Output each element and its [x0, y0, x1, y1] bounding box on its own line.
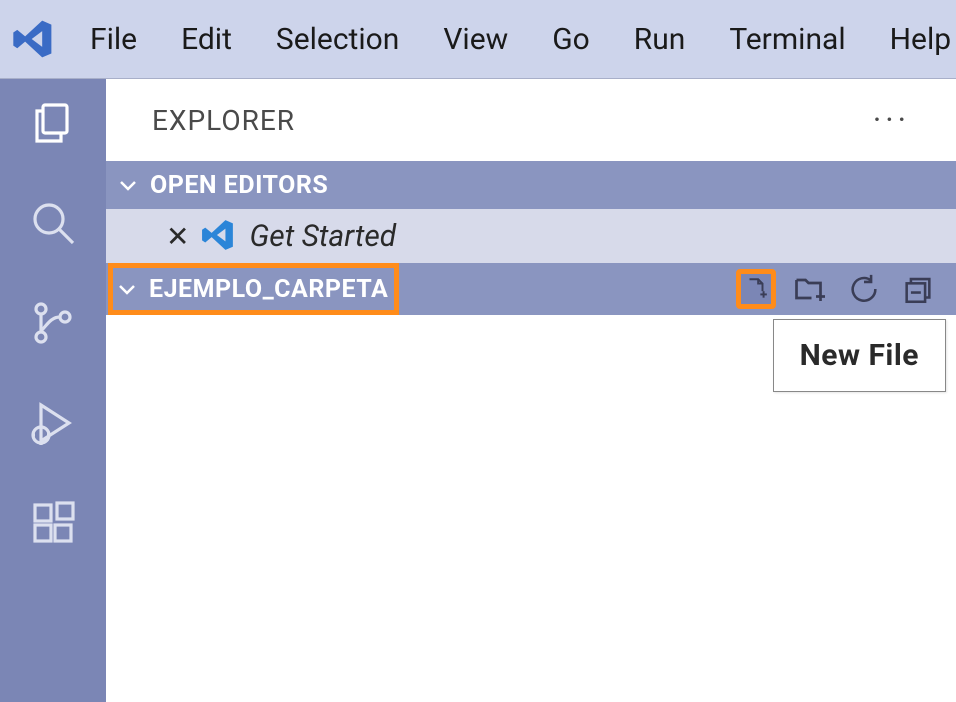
collapse-all-button[interactable]	[898, 269, 938, 309]
more-actions-icon[interactable]: ···	[873, 101, 910, 139]
open-editors-label: OPEN EDITORS	[150, 171, 328, 200]
menu-help[interactable]: Help	[882, 18, 956, 61]
open-editors-header[interactable]: OPEN EDITORS	[106, 161, 956, 209]
vscode-file-icon	[201, 218, 237, 254]
folder-label: EJEMPLO_CARPETA	[149, 275, 388, 304]
folder-header[interactable]: EJEMPLO_CARPETA	[106, 263, 956, 315]
menu-run[interactable]: Run	[626, 18, 694, 61]
menu-selection[interactable]: Selection	[268, 18, 407, 61]
menu-go[interactable]: Go	[544, 18, 598, 61]
folder-actions	[736, 269, 946, 309]
editor-item-label: Get Started	[249, 219, 396, 254]
close-icon[interactable]: ✕	[166, 220, 189, 253]
menubar: File Edit Selection View Go Run Terminal…	[0, 0, 956, 78]
activity-bar	[0, 79, 106, 702]
run-debug-icon[interactable]	[27, 397, 79, 449]
explorer-sidebar: EXPLORER ··· OPEN EDITORS ✕ Get Started	[106, 79, 956, 702]
menu-file[interactable]: File	[82, 18, 145, 61]
sidebar-title: EXPLORER	[152, 104, 295, 137]
folder-label-highlight: EJEMPLO_CARPETA	[108, 263, 399, 315]
new-file-button[interactable]	[736, 269, 776, 309]
chevron-down-icon	[115, 276, 139, 302]
editor-item[interactable]: ✕ Get Started	[106, 209, 956, 263]
search-icon[interactable]	[27, 197, 79, 249]
extensions-icon[interactable]	[27, 497, 79, 549]
sidebar-header: EXPLORER ···	[106, 79, 956, 161]
menu-edit[interactable]: Edit	[173, 18, 240, 61]
new-file-tooltip: New File	[773, 319, 946, 392]
vscode-logo-icon	[12, 16, 54, 62]
refresh-button[interactable]	[844, 269, 884, 309]
explorer-icon[interactable]	[27, 97, 79, 149]
body-container: EXPLORER ··· OPEN EDITORS ✕ Get Started	[0, 78, 956, 702]
new-folder-button[interactable]	[790, 269, 830, 309]
menu-view[interactable]: View	[435, 18, 516, 61]
source-control-icon[interactable]	[27, 297, 79, 349]
menu-terminal[interactable]: Terminal	[721, 18, 853, 61]
chevron-down-icon	[116, 172, 140, 198]
